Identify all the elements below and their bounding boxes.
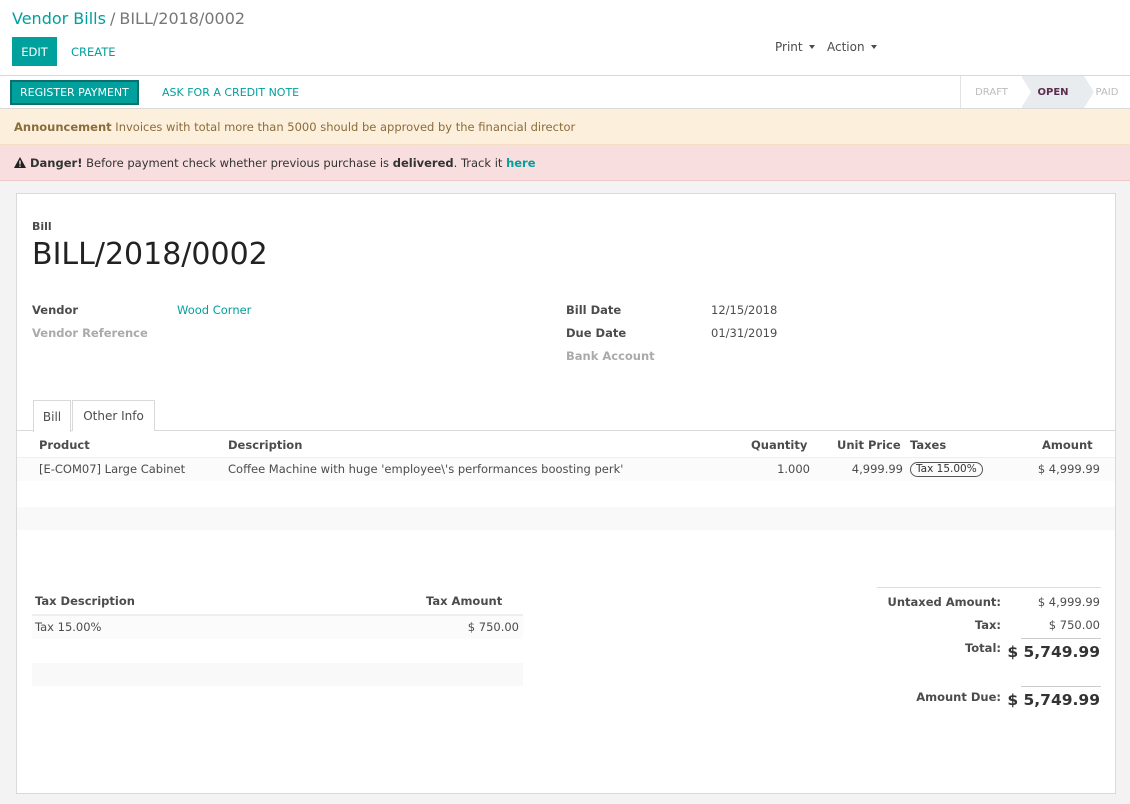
untaxed-amount-label: Untaxed Amount: — [887, 595, 1002, 609]
statusbar: REGISTER PAYMENT ASK FOR A CREDIT NOTE D… — [0, 76, 1130, 109]
tax-empty-row — [32, 663, 523, 686]
credit-note-button[interactable]: ASK FOR A CREDIT NOTE — [156, 80, 305, 105]
line-quantity: 1.000 — [777, 462, 810, 476]
due-date-label: Due Date — [566, 326, 627, 340]
document-title: BILL/2018/0002 — [32, 237, 268, 272]
column-quantity[interactable]: Quantity — [751, 438, 807, 452]
line-product: [E-COM07] Large Cabinet — [39, 462, 186, 476]
table-row: Tax 15.00% $ 750.00 — [32, 616, 523, 639]
breadcrumb-separator: / — [109, 9, 116, 28]
line-taxes: Tax 15.00% — [910, 461, 983, 477]
register-payment-button[interactable]: REGISTER PAYMENT — [10, 80, 139, 105]
total-label: Total: — [964, 641, 1001, 655]
line-description: Coffee Machine with huge 'employee\'s pe… — [228, 462, 624, 476]
due-date-value: 01/31/2019 — [711, 326, 778, 340]
tax-row-amount: $ 750.00 — [467, 620, 519, 634]
breadcrumb-vendor-bills-link[interactable]: Vendor Bills — [12, 9, 106, 28]
tax-description-header: Tax Description — [35, 594, 135, 608]
vendor-reference-label: Vendor Reference — [32, 326, 148, 340]
column-product[interactable]: Product — [39, 438, 90, 452]
totals-divider — [877, 587, 1101, 588]
untaxed-amount-value: $ 4,999.99 — [1037, 595, 1100, 609]
amount-due-label: Amount Due: — [916, 690, 1001, 704]
vendor-label: Vendor — [32, 303, 79, 317]
total-divider — [1021, 638, 1101, 639]
track-here-link[interactable]: here — [506, 156, 535, 170]
danger-text-after: . Track it — [453, 155, 503, 170]
action-dropdown[interactable]: Action — [827, 38, 877, 56]
caret-down-icon — [808, 45, 815, 49]
column-amount[interactable]: Amount — [1042, 438, 1093, 452]
stage-open[interactable]: OPEN — [1021, 76, 1094, 108]
announcement-title: Announcement — [14, 119, 112, 134]
announcement-alert: Announcement Invoices with total more th… — [0, 109, 1130, 145]
create-button[interactable]: CREATE — [66, 37, 121, 66]
danger-emphasis: delivered — [392, 155, 454, 170]
bill-date-label: Bill Date — [566, 303, 622, 317]
stage-draft[interactable]: DRAFT — [960, 76, 1022, 108]
document-type-label: Bill — [32, 220, 52, 233]
table-row[interactable]: [E-COM07] Large Cabinet Coffee Machine w… — [17, 458, 1115, 481]
warning-icon — [14, 157, 26, 168]
breadcrumb-current: BILL/2018/0002 — [119, 9, 246, 28]
tab-other-info[interactable]: Other Info — [72, 400, 155, 431]
tax-total-label: Tax: — [974, 618, 1001, 632]
print-dropdown-label: Print — [775, 40, 803, 54]
bank-account-label: Bank Account — [566, 349, 655, 363]
amount-due-value: $ 5,749.99 — [1007, 691, 1100, 709]
total-value: $ 5,749.99 — [1007, 643, 1100, 661]
notebook-tabs: Bill Other Info — [17, 400, 1115, 432]
caret-down-icon — [870, 45, 877, 49]
line-unit-price: 4,999.99 — [851, 462, 903, 476]
invoice-lines-header: Product Description Quantity Unit Price … — [17, 433, 1115, 458]
bill-date-value: 12/15/2018 — [711, 303, 778, 317]
tax-total-value: $ 750.00 — [1048, 618, 1100, 632]
tax-badge: Tax 15.00% — [910, 462, 983, 477]
tax-row-description: Tax 15.00% — [35, 620, 102, 634]
vendor-link[interactable]: Wood Corner — [177, 303, 251, 317]
tax-amount-header: Tax Amount — [426, 594, 503, 608]
action-dropdown-label: Action — [827, 40, 865, 54]
announcement-text: Invoices with total more than 5000 shoul… — [115, 119, 576, 134]
tab-bill[interactable]: Bill — [33, 400, 71, 432]
column-unit-price[interactable]: Unit Price — [837, 438, 901, 452]
breadcrumb: Vendor Bills / BILL/2018/0002 — [12, 9, 245, 28]
column-description[interactable]: Description — [228, 438, 302, 452]
line-amount: $ 4,999.99 — [1037, 462, 1100, 476]
amount-due-divider — [1021, 686, 1101, 687]
danger-title: Danger! — [30, 155, 83, 170]
status-stages: DRAFT OPEN PAID — [960, 76, 1130, 108]
danger-alert: Danger! Before payment check whether pre… — [0, 145, 1130, 181]
form-sheet: Bill BILL/2018/0002 Vendor Wood Corner V… — [16, 193, 1116, 794]
control-panel: Vendor Bills / BILL/2018/0002 EDIT CREATE … — [0, 0, 1130, 76]
danger-text: Before payment check whether previous pu… — [86, 155, 390, 170]
table-empty-row — [17, 507, 1115, 530]
print-dropdown[interactable]: Print — [775, 38, 815, 56]
column-taxes[interactable]: Taxes — [910, 438, 946, 452]
edit-button[interactable]: EDIT — [12, 37, 57, 66]
